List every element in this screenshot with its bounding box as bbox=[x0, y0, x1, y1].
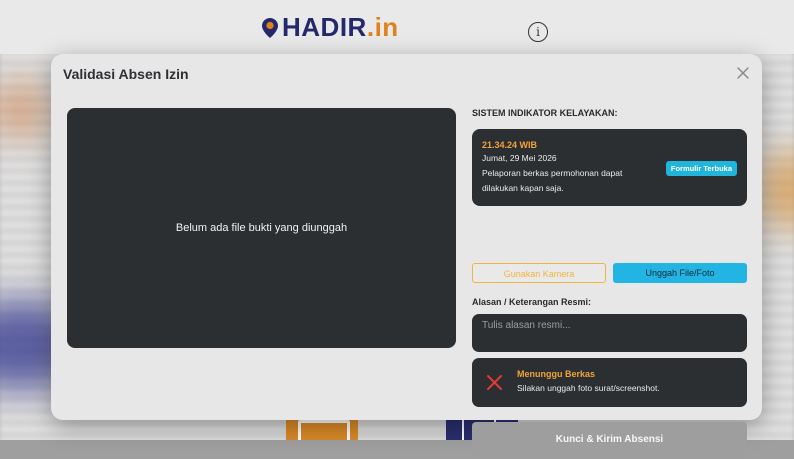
eligibility-indicator-card: 21.34.24 WIB Jumat, 29 Mei 2026 Pelapora… bbox=[472, 129, 747, 206]
file-preview-area: Belum ada file bukti yang diunggah bbox=[67, 108, 456, 348]
indicator-label: SISTEM INDIKATOR KELAYAKAN: bbox=[472, 108, 618, 118]
preview-empty-text: Belum ada file bukti yang diunggah bbox=[175, 222, 348, 234]
status-badge: Formulir Terbuka bbox=[665, 161, 737, 176]
status-title: Menunggu Berkas bbox=[517, 369, 596, 379]
location-pin-icon bbox=[262, 14, 278, 38]
right-panel: SISTEM INDIKATOR KELAYAKAN: 21.34.24 WIB… bbox=[472, 108, 747, 458]
upload-status-card: Menunggu Berkas Silakan unggah foto sura… bbox=[472, 358, 747, 407]
submit-attendance-button[interactable]: Kunci & Kirim Absensi bbox=[472, 422, 747, 458]
status-description: Silakan unggah foto surat/screenshot. bbox=[517, 383, 660, 393]
logo-tld-text: .in bbox=[366, 12, 399, 42]
use-camera-button[interactable]: Gunakan Kamera bbox=[472, 263, 606, 283]
close-icon[interactable] bbox=[734, 64, 752, 82]
indicator-time: 21.34.24 WIB bbox=[482, 140, 538, 150]
indicator-description: Pelaporan berkas permohonan dapat dilaku… bbox=[482, 168, 623, 193]
indicator-date: Jumat, 29 Mei 2026 bbox=[482, 153, 557, 163]
modal-title: Validasi Absen Izin bbox=[63, 66, 189, 82]
reason-label: Alasan / Keterangan Resmi: bbox=[472, 297, 592, 307]
app-logo: HADIR.in bbox=[262, 12, 399, 43]
upload-file-button[interactable]: Unggah File/Foto bbox=[613, 263, 747, 283]
info-icon[interactable]: i bbox=[528, 22, 548, 42]
reason-input[interactable]: Tulis alasan resmi... bbox=[472, 314, 747, 352]
x-mark-icon bbox=[486, 374, 503, 391]
logo-main-text: HADIR bbox=[282, 12, 367, 42]
permission-validation-modal: Validasi Absen Izin Belum ada file bukti… bbox=[51, 54, 762, 458]
